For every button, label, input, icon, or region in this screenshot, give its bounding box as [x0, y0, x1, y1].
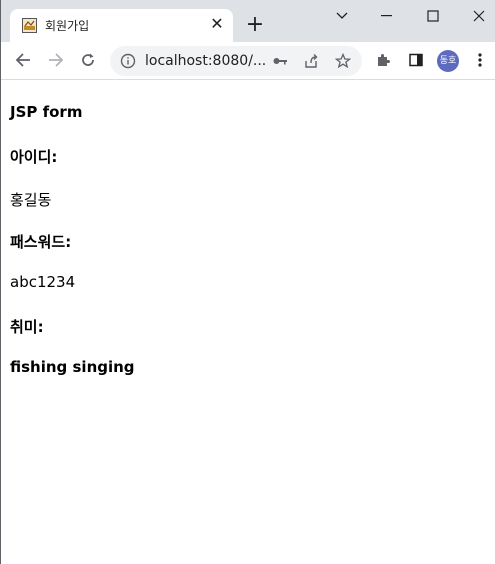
tab-title: 회원가입	[45, 19, 90, 33]
tab-search-chevron-icon[interactable]	[319, 0, 365, 32]
url-text: localhost:8080/...	[145, 53, 267, 69]
address-bar[interactable]: localhost:8080/...	[110, 46, 362, 76]
share-icon[interactable]	[303, 53, 319, 69]
browser-window: 회원가입 ✕ + localhost:8080/... 동호 JSP form …	[0, 0, 495, 564]
profile-avatar[interactable]: 동호	[437, 50, 459, 72]
page-favicon-icon	[22, 18, 37, 33]
site-info-icon[interactable]	[120, 53, 136, 73]
bookmark-star-icon[interactable]	[334, 52, 352, 69]
hobby-label: 취미:	[10, 318, 44, 336]
tab-strip: 회원가입 ✕ +	[1, 0, 495, 42]
new-tab-icon[interactable]: +	[244, 14, 266, 36]
id-label: 아이디:	[10, 148, 58, 166]
back-icon[interactable]	[11, 48, 35, 72]
password-key-icon[interactable]	[272, 53, 288, 69]
id-value: 홍길동	[10, 191, 52, 209]
forward-icon[interactable]	[44, 48, 68, 72]
extensions-icon[interactable]	[371, 48, 395, 72]
side-panel-icon[interactable]	[404, 48, 428, 72]
tab-active[interactable]: 회원가입 ✕	[10, 9, 233, 42]
hobby-value: fishing singing	[10, 358, 135, 376]
minimize-icon[interactable]	[364, 0, 410, 32]
maximize-icon[interactable]	[410, 0, 456, 32]
page-heading: JSP form	[10, 103, 83, 121]
tab-close-icon[interactable]: ✕	[208, 15, 226, 33]
window-close-icon[interactable]	[456, 0, 495, 32]
browser-toolbar: localhost:8080/... 동호	[1, 42, 495, 80]
reload-icon[interactable]	[76, 48, 100, 72]
menu-kebab-icon[interactable]	[468, 48, 492, 72]
password-label: 패스워드:	[10, 233, 72, 251]
password-value: abc1234	[10, 273, 76, 291]
